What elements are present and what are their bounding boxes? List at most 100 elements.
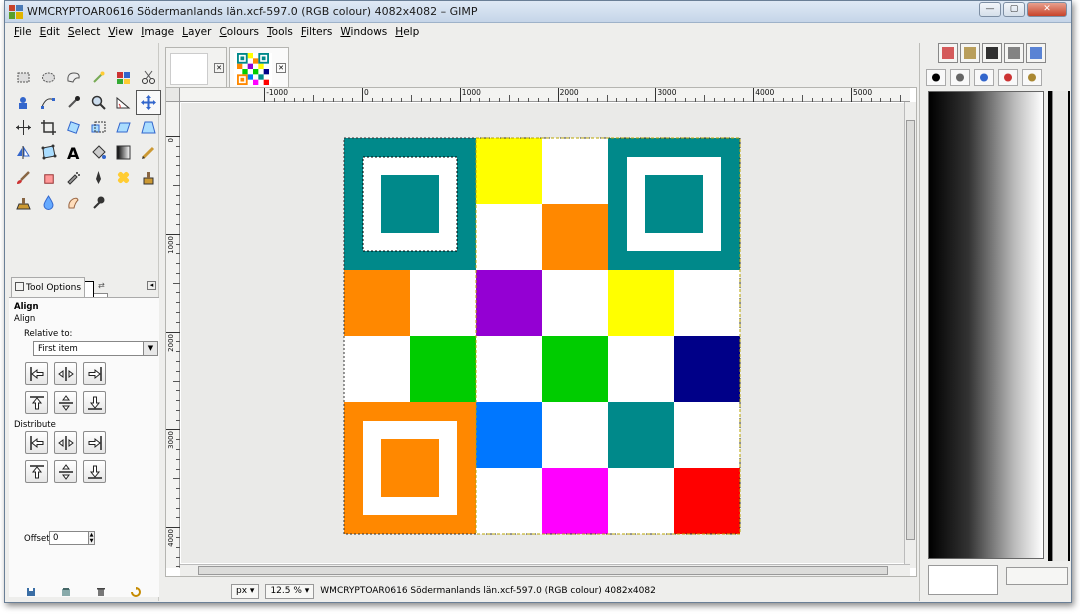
menu-windows[interactable]: Windows [337,24,392,41]
tool-paths[interactable] [36,90,61,115]
tool-crop[interactable] [36,115,61,140]
vertical-ruler[interactable]: 0 1000 2000 3000 4000 [166,102,180,568]
swap-colors-icon[interactable]: ⇄ [98,281,105,290]
tool-eraser[interactable] [36,165,61,190]
tab-patterns[interactable] [938,43,958,63]
tab-brushes-tab[interactable] [960,43,980,63]
brush-button[interactable] [974,69,994,86]
dock-edit-button[interactable] [1006,567,1068,585]
tool-ellipse-select[interactable] [36,65,61,90]
horizontal-scrollbar[interactable] [180,564,910,576]
tool-text[interactable]: A [61,140,86,165]
gradient-dock-button[interactable] [998,69,1018,86]
menu-layer[interactable]: Layer [179,24,216,41]
tool-flip[interactable] [11,140,36,165]
tool-scissors[interactable] [136,65,161,90]
close-icon[interactable]: ✕ [276,63,286,73]
tool-align[interactable] [11,115,36,140]
tool-fuzzy-select[interactable] [86,65,111,90]
horizontal-scroll-thumb[interactable] [198,566,888,575]
align-top-button[interactable] [25,391,48,414]
align-middle-button[interactable] [54,391,77,414]
tab-palettes[interactable] [1026,43,1046,63]
offset-input[interactable]: 0 ▲ ▼ [49,531,95,545]
menu-help[interactable]: Help [392,24,424,41]
colours-dock-button[interactable] [926,69,946,86]
tool-pencil[interactable] [136,140,161,165]
menu-filters[interactable]: Filters [298,24,337,41]
tool-free-select[interactable] [61,65,86,90]
tool-ink[interactable] [86,165,111,190]
menu-file[interactable]: File [11,24,37,41]
tab-untitled-image[interactable]: ✕ [165,47,227,87]
dock-preview-box[interactable] [928,565,998,595]
align-bottom-button[interactable] [83,391,106,414]
unit-select[interactable]: px ▾ [231,583,260,599]
panel-menu-icon[interactable]: ◂ [147,281,156,290]
printer-button[interactable] [950,69,970,86]
tool-smudge[interactable] [61,190,86,215]
distribute-top-button[interactable] [25,460,48,483]
delete-options-icon[interactable] [96,587,106,597]
maximize-button[interactable]: ▢ [1003,2,1025,17]
restore-options-icon[interactable] [61,587,71,597]
tool-rotate[interactable] [61,115,86,140]
gradient-preview[interactable] [928,91,1044,559]
canvas-viewport[interactable] [181,103,909,563]
tab-fonts[interactable] [982,43,1002,63]
menu-tools[interactable]: Tools [264,24,298,41]
close-icon[interactable]: ✕ [214,63,224,73]
dock-scrollbar[interactable] [1052,91,1068,561]
tool-zoom[interactable] [86,90,111,115]
distribute-middle-button[interactable] [54,460,77,483]
tool-by-color-select[interactable] [111,65,136,90]
spin-arrows-icon[interactable]: ▲ ▼ [88,531,95,545]
palette-dock-button[interactable] [1022,69,1042,86]
minimize-button[interactable]: — [979,2,1001,17]
vertical-scrollbar[interactable] [904,102,916,568]
tool-color-picker[interactable] [61,90,86,115]
tab-tool-options[interactable]: Tool Options [11,277,85,297]
tool-bucket-fill[interactable] [86,140,111,165]
relative-to-select[interactable]: First item ▼ [33,341,158,356]
tool-blur[interactable] [36,190,61,215]
title-bar[interactable]: WMCRYPTOAR0616 Södermanlands län.xcf-597… [5,1,1071,23]
menu-select[interactable]: Select [65,24,105,41]
qr-code-canvas[interactable] [181,103,909,563]
tool-measure[interactable] [111,90,136,115]
tool-heal[interactable] [111,165,136,190]
reset-options-icon[interactable] [130,587,141,597]
tool-scale[interactable] [86,115,111,140]
tool-perspective-clone[interactable] [11,190,36,215]
distribute-center-button[interactable] [54,431,77,454]
align-right-button[interactable] [83,362,106,385]
menu-colours[interactable]: Colours [216,24,264,41]
tool-move[interactable] [136,90,161,115]
close-button[interactable]: ✕ [1027,2,1067,17]
tool-rect-select[interactable] [11,65,36,90]
tab-qr-code-image[interactable]: ✕ [229,47,289,87]
align-center-button[interactable] [54,362,77,385]
tab-gradients[interactable] [1004,43,1024,63]
tool-cage[interactable] [36,140,61,165]
tool-clone[interactable] [136,165,161,190]
tool-foreground-select[interactable] [11,90,36,115]
menu-image[interactable]: Image [138,24,179,41]
menu-view[interactable]: View [105,24,138,41]
ruler-corner-icon[interactable] [166,88,180,102]
tool-dodge-burn[interactable] [86,190,111,215]
zoom-select[interactable]: 12.5 % ▾ [265,583,315,599]
tool-shear[interactable] [111,115,136,140]
tool-airbrush[interactable] [61,165,86,190]
chevron-down-icon[interactable]: ▼ [143,342,157,355]
tool-paintbrush[interactable] [11,165,36,190]
align-left-button[interactable] [25,362,48,385]
horizontal-ruler[interactable]: -1000 0 1000 2000 3000 4000 5000 [180,88,910,102]
save-options-icon[interactable] [26,587,36,597]
distribute-left-button[interactable] [25,431,48,454]
distribute-bottom-button[interactable] [83,460,106,483]
tool-perspective[interactable] [136,115,161,140]
tool-blend[interactable] [111,140,136,165]
distribute-right-button[interactable] [83,431,106,454]
menu-edit[interactable]: Edit [37,24,65,41]
